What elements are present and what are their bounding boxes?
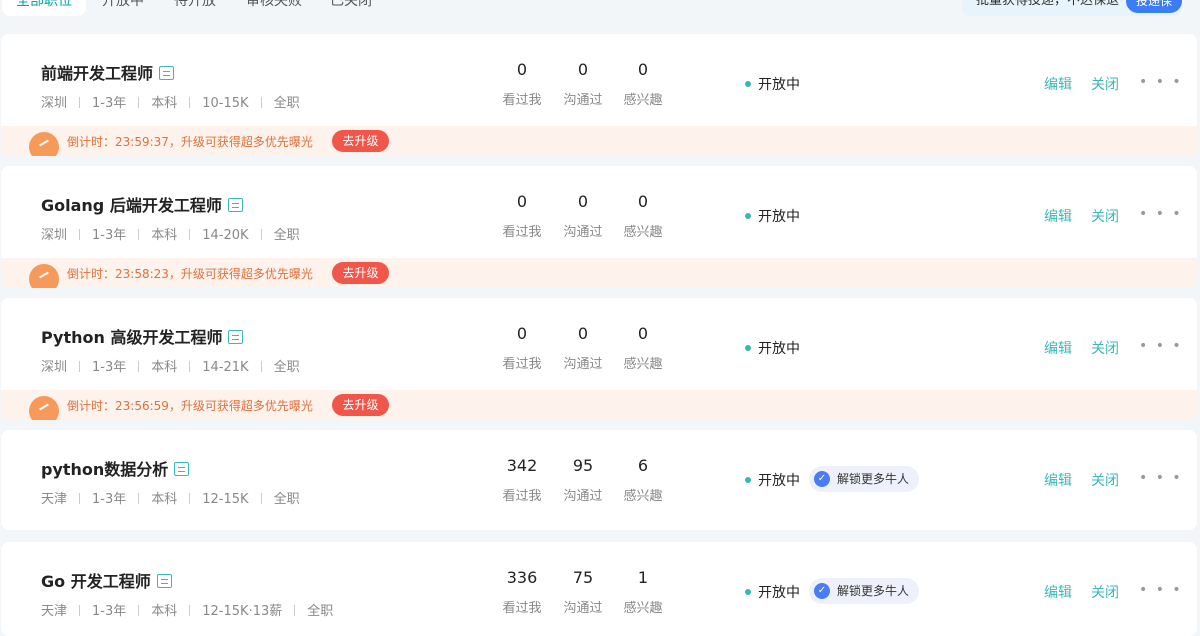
- stat-talked[interactable]: 75 沟通过: [553, 567, 613, 616]
- status-dot-icon: [745, 589, 751, 595]
- stat-talked[interactable]: 0 沟通过: [553, 59, 613, 108]
- tab-closed[interactable]: 已关闭: [330, 0, 372, 16]
- more-options-icon[interactable]: • • •: [1139, 206, 1183, 222]
- promo-text: 批量获得投递，不达保退: [976, 0, 1120, 8]
- job-card: 前端开发工程师 深圳 1-3年 本科 10-15K 全职 0 看过我 0 沟通过 0 感兴趣 …: [1, 34, 1197, 156]
- check-badge-icon: ✓: [814, 583, 830, 599]
- upgrade-button[interactable]: 去升级: [332, 262, 389, 284]
- stat-interested[interactable]: 0 感兴趣: [613, 323, 673, 372]
- status-dot-icon: [745, 477, 751, 483]
- job-title[interactable]: python数据分析: [41, 456, 190, 480]
- stat-viewed[interactable]: 0 看过我: [492, 191, 552, 240]
- job-status: 开放中: [745, 470, 800, 490]
- countdown-text: 倒计时：23:59:37，升级可获得超多优先曝光: [67, 135, 313, 149]
- check-badge-icon: ✓: [814, 471, 830, 487]
- more-options-icon[interactable]: • • •: [1139, 338, 1183, 354]
- unlock-more-talent-button[interactable]: ✓ 解锁更多牛人: [809, 466, 920, 492]
- unlock-more-talent-button[interactable]: ✓ 解锁更多牛人: [809, 578, 920, 604]
- close-job-button[interactable]: 关闭: [1091, 74, 1119, 94]
- stat-interested[interactable]: 6 感兴趣: [613, 455, 673, 504]
- tab-all-jobs[interactable]: 全部职位: [2, 0, 86, 16]
- job-status: 开放中: [745, 206, 800, 226]
- upgrade-countdown-bar: 倒计时：23:58:23，升级可获得超多优先曝光 去升级: [1, 258, 1197, 288]
- delivery-guarantee-button[interactable]: 投递保: [1126, 0, 1182, 13]
- status-dot-icon: [745, 81, 751, 87]
- job-card: Go 开发工程师 天津 1-3年 本科 12-15K·13薪 全职 336 看过我 75 沟…: [1, 542, 1197, 636]
- more-options-icon[interactable]: • • •: [1139, 582, 1183, 598]
- job-title[interactable]: Python 高级开发工程师: [41, 324, 244, 348]
- stat-viewed[interactable]: 336 看过我: [492, 567, 552, 616]
- countdown-text: 倒计时：23:56:59，升级可获得超多优先曝光: [67, 399, 313, 413]
- job-card-main[interactable]: Go 开发工程师 天津 1-3年 本科 12-15K·13薪 全职 336 看过我 75 沟…: [1, 542, 1197, 636]
- job-meta: 深圳 1-3年 本科 14-21K 全职: [41, 360, 300, 375]
- upgrade-button[interactable]: 去升级: [332, 130, 389, 152]
- edit-button[interactable]: 编辑: [1044, 206, 1072, 226]
- more-options-icon[interactable]: • • •: [1139, 74, 1183, 90]
- alarm-clock-icon: [29, 396, 59, 420]
- stat-talked[interactable]: 0 沟通过: [553, 323, 613, 372]
- tab-pending[interactable]: 待开放: [174, 0, 216, 16]
- job-card: Python 高级开发工程师 深圳 1-3年 本科 14-21K 全职 0 看过我 0 沟通…: [1, 298, 1197, 420]
- stat-viewed[interactable]: 0 看过我: [492, 323, 552, 372]
- job-card-main[interactable]: Python 高级开发工程师 深圳 1-3年 本科 14-21K 全职 0 看过我 0 沟通…: [1, 298, 1197, 390]
- job-card-main[interactable]: python数据分析 天津 1-3年 本科 12-15K 全职 342 看过我 95 沟通过…: [1, 430, 1197, 530]
- job-detail-icon[interactable]: [227, 198, 243, 212]
- job-meta: 深圳 1-3年 本科 10-15K 全职: [41, 96, 300, 111]
- job-status: 开放中: [745, 74, 800, 94]
- job-meta: 天津 1-3年 本科 12-15K 全职: [41, 492, 300, 507]
- close-job-button[interactable]: 关闭: [1091, 206, 1119, 226]
- status-dot-icon: [745, 213, 751, 219]
- tab-review-failed[interactable]: 审核失败: [246, 0, 302, 16]
- job-meta: 深圳 1-3年 本科 14-20K 全职: [41, 228, 300, 243]
- edit-button[interactable]: 编辑: [1044, 74, 1072, 94]
- close-job-button[interactable]: 关闭: [1091, 470, 1119, 490]
- stat-talked[interactable]: 0 沟通过: [553, 191, 613, 240]
- job-detail-icon[interactable]: [228, 330, 244, 344]
- countdown-text: 倒计时：23:58:23，升级可获得超多优先曝光: [67, 267, 313, 281]
- alarm-clock-icon: [29, 264, 59, 288]
- job-card: Golang 后端开发工程师 深圳 1-3年 本科 14-20K 全职 0 看过我 0 沟通…: [1, 166, 1197, 288]
- delivery-promo-banner: 批量获得投递，不达保退 投递保: [962, 0, 1182, 16]
- job-status-tabs: 全部职位 开放中 待开放 审核失败 已关闭 批量获得投递，不达保退 投递保: [0, 0, 1200, 20]
- job-meta: 天津 1-3年 本科 12-15K·13薪 全职: [41, 604, 334, 619]
- stat-talked[interactable]: 95 沟通过: [553, 455, 613, 504]
- job-card-main[interactable]: 前端开发工程师 深圳 1-3年 本科 10-15K 全职 0 看过我 0 沟通过 0 感兴趣 …: [1, 34, 1197, 126]
- close-job-button[interactable]: 关闭: [1091, 582, 1119, 602]
- job-title[interactable]: 前端开发工程师: [41, 60, 175, 84]
- stat-interested[interactable]: 1 感兴趣: [613, 567, 673, 616]
- upgrade-countdown-bar: 倒计时：23:59:37，升级可获得超多优先曝光 去升级: [1, 126, 1197, 156]
- upgrade-button[interactable]: 去升级: [332, 394, 389, 416]
- job-detail-icon[interactable]: [174, 462, 190, 476]
- job-detail-icon[interactable]: [159, 66, 175, 80]
- stat-viewed[interactable]: 342 看过我: [492, 455, 552, 504]
- job-status: 开放中: [745, 338, 800, 358]
- upgrade-countdown-bar: 倒计时：23:56:59，升级可获得超多优先曝光 去升级: [1, 390, 1197, 420]
- stat-interested[interactable]: 0 感兴趣: [613, 59, 673, 108]
- status-dot-icon: [745, 345, 751, 351]
- job-card: python数据分析 天津 1-3年 本科 12-15K 全职 342 看过我 95 沟通过…: [1, 430, 1197, 530]
- job-card-main[interactable]: Golang 后端开发工程师 深圳 1-3年 本科 14-20K 全职 0 看过我 0 沟通…: [1, 166, 1197, 258]
- edit-button[interactable]: 编辑: [1044, 338, 1072, 358]
- close-job-button[interactable]: 关闭: [1091, 338, 1119, 358]
- job-detail-icon[interactable]: [156, 574, 172, 588]
- job-title[interactable]: Golang 后端开发工程师: [41, 192, 243, 216]
- tab-open[interactable]: 开放中: [102, 0, 144, 16]
- edit-button[interactable]: 编辑: [1044, 470, 1072, 490]
- job-status: 开放中: [745, 582, 800, 602]
- stat-viewed[interactable]: 0 看过我: [492, 59, 552, 108]
- more-options-icon[interactable]: • • •: [1139, 470, 1183, 486]
- job-title[interactable]: Go 开发工程师: [41, 568, 172, 592]
- stat-interested[interactable]: 0 感兴趣: [613, 191, 673, 240]
- edit-button[interactable]: 编辑: [1044, 582, 1072, 602]
- alarm-clock-icon: [29, 132, 59, 156]
